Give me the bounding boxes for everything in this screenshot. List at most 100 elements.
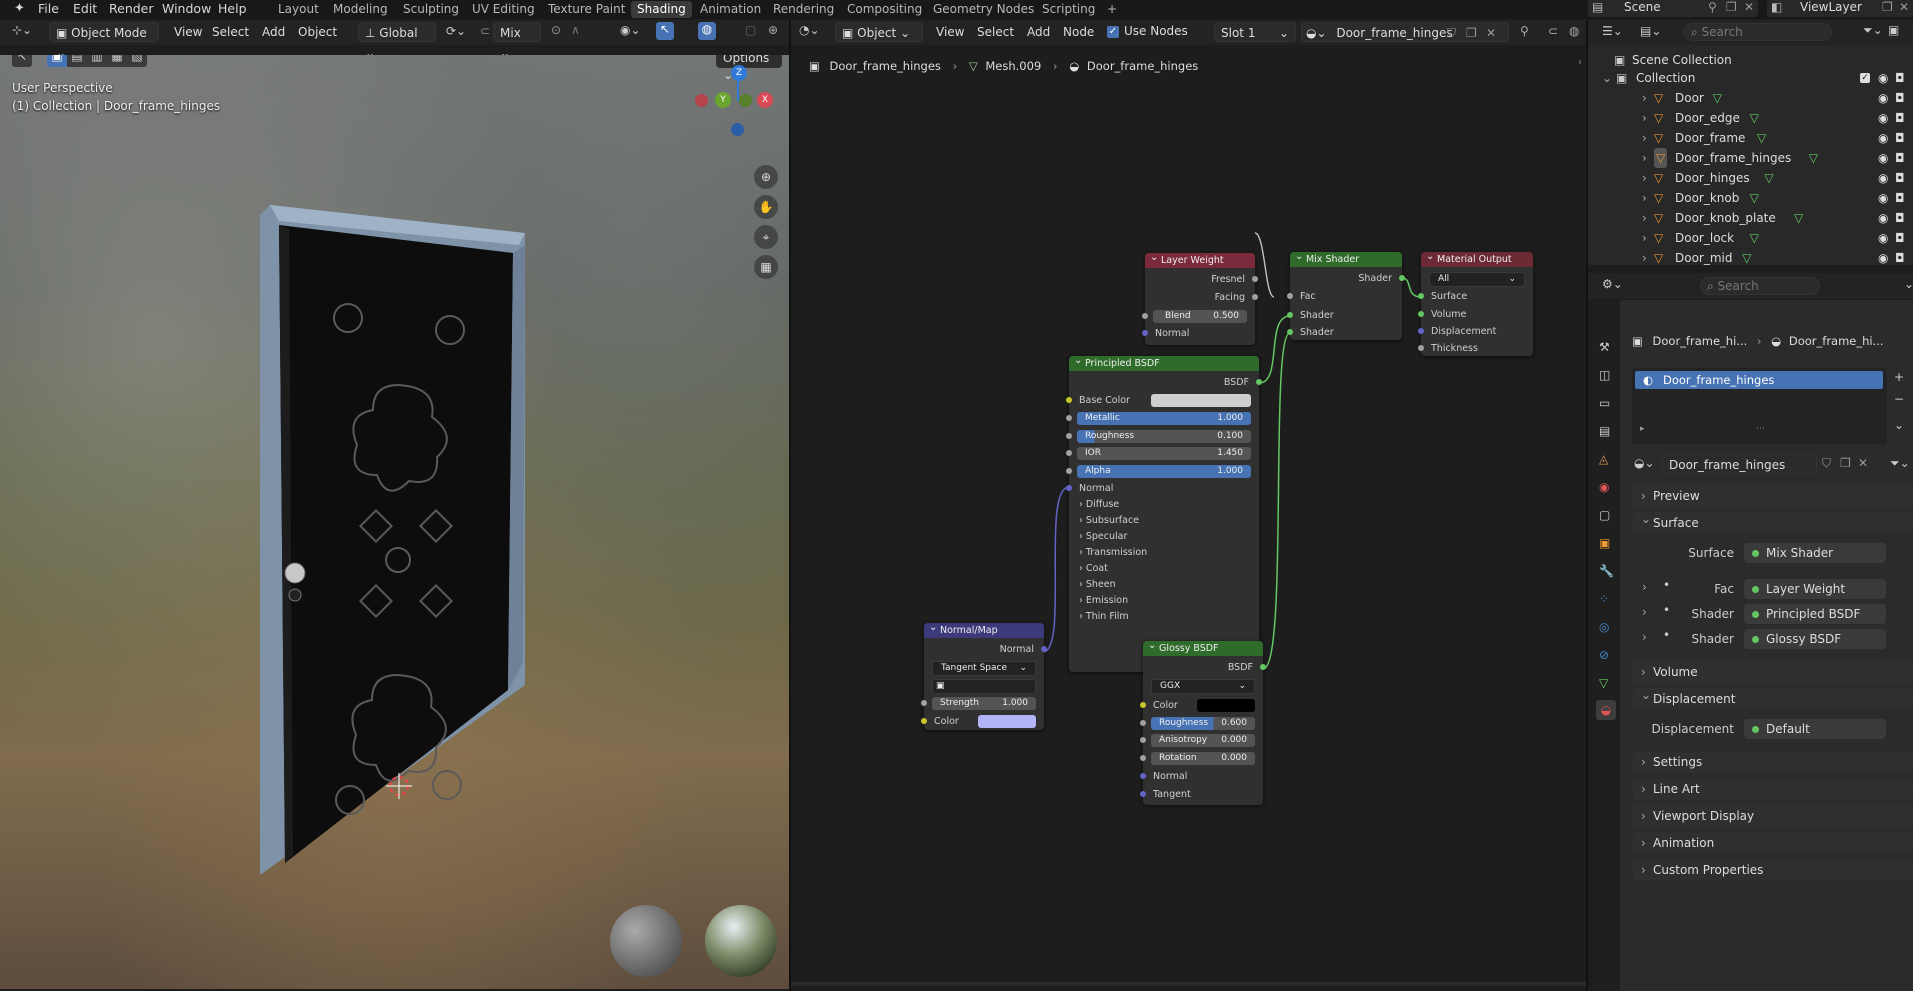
pin-icon[interactable]: ⚲ xyxy=(1708,0,1717,14)
color-socket[interactable] xyxy=(921,718,927,724)
select-subtract-icon[interactable]: ▥ xyxy=(87,55,107,67)
new-collection-icon[interactable]: ▣ xyxy=(1888,23,1899,37)
expand-triangle-icon[interactable]: ▸ xyxy=(1640,424,1645,434)
eye-icon[interactable]: ◉ xyxy=(1878,148,1888,168)
material-browse-icon[interactable]: ◒⌄ xyxy=(1306,26,1330,40)
tab-rendering[interactable]: Rendering xyxy=(767,1,840,18)
fac-field[interactable]: Layer Weight xyxy=(1744,579,1886,599)
tool-tab-icon[interactable]: ⚒ xyxy=(1599,340,1610,354)
normal-socket[interactable] xyxy=(1066,485,1072,491)
material-name-field[interactable]: Door_frame_hinges xyxy=(1662,454,1817,474)
tab-layout[interactable]: Layout xyxy=(272,1,325,18)
node-menu-select[interactable]: Select xyxy=(971,22,1020,42)
select-new-icon[interactable]: ▣ xyxy=(47,55,67,67)
outliner-object-row[interactable]: › ▽ Door_frame_hinges ▽ ◉ ◘ xyxy=(1588,148,1913,168)
strength-field[interactable]: Strength 1.000 xyxy=(932,697,1036,710)
editor-type-icon[interactable]: ⚙⌄ xyxy=(1602,277,1623,291)
camera-icon[interactable]: ⌖ xyxy=(754,225,778,249)
tab-modeling[interactable]: Modeling xyxy=(327,1,394,18)
roughness-socket[interactable] xyxy=(1140,720,1146,726)
eye-icon[interactable]: ◉ xyxy=(1878,168,1888,188)
outliner-object-row[interactable]: › ▽ Door_knob ▽ ◉ ◘ xyxy=(1588,188,1913,208)
blender-logo-icon[interactable]: ✦ xyxy=(14,1,25,16)
area-divider[interactable] xyxy=(1588,265,1913,273)
fac-socket[interactable] xyxy=(1287,293,1293,299)
render-tab-icon[interactable]: ◫ xyxy=(1599,368,1610,382)
displacement-socket[interactable] xyxy=(1418,328,1424,334)
mesh-data-icon[interactable]: ▽ xyxy=(1750,108,1759,128)
ior-socket[interactable] xyxy=(1066,450,1072,456)
camera-icon[interactable]: ◘ xyxy=(1895,68,1905,88)
mix-shader-node[interactable]: Mix Shader Shader Fac Shader Shader xyxy=(1287,249,1405,340)
base-color-swatch[interactable] xyxy=(1151,394,1251,407)
shader-type-dropdown[interactable]: ▣ Object ⌄ xyxy=(835,22,923,42)
link-filter-icon[interactable]: ⏷⌄ xyxy=(1890,456,1910,471)
fresnel-socket[interactable] xyxy=(1252,276,1258,282)
panel-volume[interactable]: Volume xyxy=(1633,661,1913,683)
eye-icon[interactable]: ◉ xyxy=(1878,88,1888,108)
camera-icon[interactable]: ◘ xyxy=(1895,148,1905,168)
gizmo-x-axis[interactable]: X xyxy=(757,92,773,108)
chevron-right-icon[interactable]: › xyxy=(1642,108,1647,128)
layer-weight-node[interactable]: Layer Weight Fresnel Facing Blend 0.500 N… xyxy=(1142,250,1258,345)
outliner-search-input[interactable]: ⌕ Search xyxy=(1684,23,1832,41)
viewport-menu-add[interactable]: Add xyxy=(256,22,291,42)
particles-tab-icon[interactable]: ⁘ xyxy=(1599,592,1609,606)
select-extend-icon[interactable]: ▤ xyxy=(67,55,87,67)
close-icon[interactable]: ✕ xyxy=(1744,0,1754,14)
bsdf-output-socket[interactable] xyxy=(1256,379,1262,385)
panel-preview[interactable]: Preview xyxy=(1633,485,1913,507)
constraints-tab-icon[interactable]: ⊘ xyxy=(1599,648,1609,662)
output-tab-icon[interactable]: ▭ xyxy=(1599,396,1610,410)
principled-bsdf-node[interactable]: Principled BSDF BSDF Base Color Metallic… xyxy=(1066,353,1262,672)
metallic-socket[interactable] xyxy=(1066,415,1072,421)
viewport-menu-object[interactable]: Object xyxy=(292,22,343,42)
roughness-socket[interactable] xyxy=(1066,433,1072,439)
normal-map-node[interactable]: Normal/Map Normal Tangent Space⌄ ▣ Stren… xyxy=(921,620,1047,730)
normal-socket[interactable] xyxy=(1142,330,1148,336)
pin-icon[interactable]: ⚲ xyxy=(1520,24,1529,38)
color-socket[interactable] xyxy=(1140,702,1146,708)
anisotropy-socket[interactable] xyxy=(1140,737,1146,743)
material-browse-icon[interactable]: ◒⌄ xyxy=(1634,456,1655,470)
filter-icon[interactable]: ⏷⌄ xyxy=(1863,23,1883,38)
expand-shader2-icon[interactable]: › xyxy=(1642,630,1647,644)
target-dropdown[interactable]: All ⌄ xyxy=(1429,272,1525,287)
surface-shader-field[interactable]: Mix Shader xyxy=(1744,543,1886,563)
tangent-socket[interactable] xyxy=(1140,791,1146,797)
snap-icon[interactable]: ⊂ xyxy=(1548,24,1558,38)
bsdf-output-socket[interactable] xyxy=(1260,664,1266,670)
mesh-data-icon[interactable]: ▽ xyxy=(1809,148,1818,168)
node-menu-add[interactable]: Add xyxy=(1021,22,1056,42)
expand-fac-icon[interactable]: › xyxy=(1642,580,1647,594)
physics-tab-icon[interactable]: ◎ xyxy=(1599,620,1609,634)
section-coat[interactable]: › Coat xyxy=(1079,562,1108,575)
object-tab-icon[interactable]: ▣ xyxy=(1599,536,1610,550)
node-header[interactable]: Material Output xyxy=(1421,249,1533,267)
slot-menu-icon[interactable]: ⌄ xyxy=(1894,418,1904,432)
editor-type-icon[interactable]: ⊹⌄ xyxy=(12,23,32,37)
gizmo-neg-x[interactable] xyxy=(695,94,708,107)
close-icon[interactable]: ✕ xyxy=(1899,0,1909,14)
menu-window[interactable]: Window xyxy=(160,1,213,17)
tab-texture-paint[interactable]: Texture Paint xyxy=(542,1,631,18)
outliner-object-row[interactable]: › ▽ Door_lock ▽ ◉ ◘ xyxy=(1588,228,1913,248)
data-tab-icon[interactable]: ▽ xyxy=(1599,676,1608,690)
overlay-toggle-icon[interactable]: ◍ xyxy=(698,22,716,40)
shader-socket-2[interactable] xyxy=(1287,329,1293,335)
tab-animation[interactable]: Animation xyxy=(694,1,767,18)
tab-scripting[interactable]: Scripting xyxy=(1036,1,1101,18)
shader1-field[interactable]: Principled BSDF xyxy=(1744,604,1886,624)
modifier-tab-icon[interactable]: 🔧 xyxy=(1599,564,1614,578)
camera-icon[interactable]: ◘ xyxy=(1895,128,1905,148)
camera-icon[interactable]: ◘ xyxy=(1895,188,1905,208)
collection-row[interactable]: ⌄ ▣ Collection ✓ ◉ ◘ xyxy=(1588,68,1913,88)
material-selector[interactable]: ◒⌄ Door_frame_hinges ⛉ ❐ ✕ xyxy=(1301,22,1509,42)
chevron-right-icon[interactable]: › xyxy=(1642,228,1647,248)
glossy-bsdf-node[interactable]: Glossy BSDF BSDF GGX⌄ Color Roughness 0.6… xyxy=(1140,638,1266,805)
panel-custom-properties[interactable]: Custom Properties xyxy=(1633,859,1913,881)
pan-hand-icon[interactable]: ✋ xyxy=(754,195,778,219)
mesh-data-icon[interactable]: ▽ xyxy=(1764,168,1773,188)
viewport-menu-select[interactable]: Select xyxy=(206,22,255,42)
chevron-right-icon[interactable]: › xyxy=(1642,188,1647,208)
